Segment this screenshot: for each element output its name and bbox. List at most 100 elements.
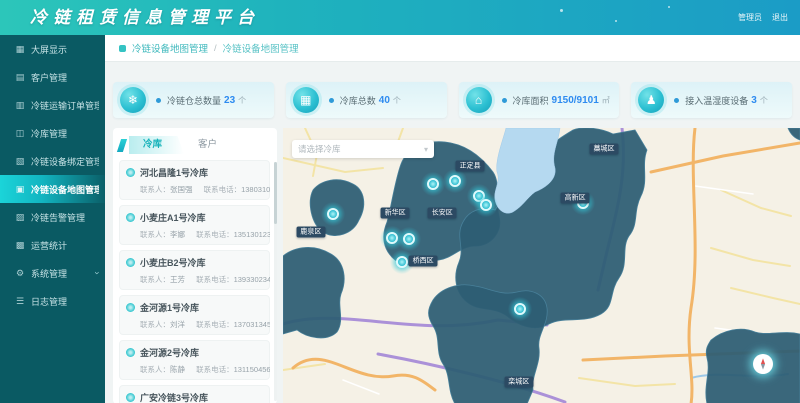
stat-value: 40 [379,95,390,106]
phone-label: 联系电话： [196,320,234,329]
district-badge[interactable]: 桥西区 [409,256,438,267]
warehouse-list-item[interactable]: 小麦庄A1号冷库 联系人：李娜 联系电话：13513012345 [119,205,270,245]
warehouse-list-item[interactable]: 广安冷链3号冷库 联系人：赵磊 联系电话：13633056789 [119,385,270,403]
warehouse-map-marker[interactable] [321,202,345,226]
sidebar-item-label: 冷库管理 [31,127,67,140]
warehouse-list-item[interactable]: 金河源1号冷库 联系人：刘洋 联系电话：13703134567 [119,295,270,335]
stat-dot-icon [156,98,161,103]
sidebar-item[interactable]: ▣ 冷链设备地图管理 › [0,175,105,203]
district-badge[interactable]: 藁城区 [590,143,619,154]
warehouse-marker-icon [126,303,135,312]
warehouse-map-marker[interactable] [397,227,421,251]
warehouse-list-item[interactable]: 金河源2号冷库 联系人：陈静 联系电话：13115045678 [119,340,270,380]
stat-unit: 个 [393,95,401,106]
stat-dot-icon [502,98,507,103]
warehouse-list-item[interactable]: 小麦庄B2号冷库 联系人：王芳 联系电话：13933023456 [119,250,270,290]
sidebar-item-icon: ▤ [15,72,25,83]
phone-number: 13703134567 [234,320,270,329]
scrollbar-thumb[interactable] [274,162,277,224]
sidebar-nav: ▦ 大屏显示 › ▤ 客户管理 › ▥ 冷链运输订单管理 › ◫ 冷库管理 › … [0,35,105,403]
compass-control[interactable] [753,354,773,374]
warehouse-map-marker[interactable] [508,297,532,321]
chevron-down-icon: › [93,272,103,275]
breadcrumb-separator: / [214,43,217,54]
panel-tabs: 冷库客户 [119,136,271,154]
sidebar-item[interactable]: ▧ 冷链设备绑定管理 › [0,147,105,175]
top-header: 冷链租赁信息管理平台 管理员 退出 [0,0,800,35]
sidebar-item[interactable]: ▥ 冷链运输订单管理 › [0,91,105,119]
sidebar-item[interactable]: ▩ 运营统计 › [0,231,105,259]
phone-number: 13803101234 [241,185,270,194]
sidebar-item-label: 冷链设备地图管理 [31,183,99,196]
district-badge[interactable]: 鹿泉区 [296,227,325,238]
phone-label: 联系电话： [196,230,234,239]
district-badge[interactable]: 正定县 [456,161,485,172]
contact-label: 联系人： [140,275,170,284]
stat-card: ▦ 冷库总数 40 个 [286,82,447,118]
sidebar-item-icon: ▦ [15,44,25,55]
panel-tab[interactable]: 冷库 [129,136,184,154]
warehouse-info: 联系人：王芳 联系电话：13933023456 [126,274,263,285]
sidebar-item-label: 大屏显示 [31,43,67,56]
sidebar-item[interactable]: ☰ 日志管理 › [0,287,105,315]
warehouse-marker-icon [126,348,135,357]
warehouse-title: 金河源2号冷库 [140,346,199,359]
district-badge[interactable]: 长安区 [428,208,457,219]
stat-value: 3 [751,95,757,106]
sidebar-item-icon: ▧ [15,156,25,167]
phone-number: 13933023456 [234,275,270,284]
warehouse-title: 小麦庄B2号冷库 [140,256,206,269]
stat-unit: 个 [760,95,768,106]
district-badge[interactable]: 栾城区 [504,376,533,387]
content-row: 冷库客户 河北昌隆1号冷库 联系人：张国强 联系电话：13803101234 [105,128,800,403]
warehouse-marker-icon [126,258,135,267]
sidebar-item-label: 冷链运输订单管理 [31,99,99,112]
sidebar-item-icon: ▥ [15,100,25,111]
stat-dot-icon [674,98,679,103]
warehouse-title: 河北昌隆1号冷库 [140,166,208,179]
sidebar-item-label: 冷链告警管理 [31,211,85,224]
breadcrumb-dot-icon [119,45,126,52]
contact-label: 联系人： [140,230,170,239]
map-canvas[interactable]: 请选择冷库 ▾ 鹿泉区 新华区 长安区桥西区 正定县高新区 藁城区栾城区 [283,128,800,403]
contact-label: 联系人： [140,320,170,329]
warehouse-title: 广安冷链3号冷库 [140,391,208,403]
sidebar-item-label: 运营统计 [31,239,67,252]
stat-value: 23 [224,95,235,106]
map-warehouse-select[interactable]: 请选择冷库 ▾ [292,140,434,158]
warehouse-panel: 冷库客户 河北昌隆1号冷库 联系人：张国强 联系电话：13803101234 [113,128,277,403]
district-badge[interactable]: 高新区 [561,193,590,204]
sidebar-item[interactable]: ▦ 大屏显示 › [0,35,105,63]
user-zone: 管理员 退出 [738,0,788,35]
decor-dot [615,20,617,22]
phone-label: 联系电话： [204,185,242,194]
decor-dot [668,6,670,8]
warehouse-map-marker[interactable] [443,169,467,193]
contact-name: 刘洋 [170,320,185,329]
stat-card: ⌂ 冷库面积 9150/9101 ㎡ [459,82,620,118]
sidebar-item-label: 冷链设备绑定管理 [31,155,99,168]
sidebar-item-label: 系统管理 [31,267,67,280]
warehouse-map-marker[interactable] [474,193,498,217]
map-base-layer [283,128,800,403]
list-scrollbar[interactable] [274,162,277,401]
sidebar-item-icon: ▣ [15,184,25,195]
warehouse-list[interactable]: 河北昌隆1号冷库 联系人：张国强 联系电话：13803101234 小麦庄A1号… [119,160,270,403]
username[interactable]: 管理员 [738,12,762,23]
sidebar-item[interactable]: ▤ 客户管理 › [0,63,105,91]
stat-icon: ⌂ [466,87,492,113]
main-area: 冷链设备地图管理 / 冷链设备地图管理 ❄ 冷链仓总数量 23 个 ▦ 冷库总数… [105,35,800,403]
sidebar-item[interactable]: ◫ 冷库管理 › [0,119,105,147]
sidebar-item[interactable]: ▨ 冷链告警管理 › [0,203,105,231]
warehouse-list-item[interactable]: 河北昌隆1号冷库 联系人：张国强 联系电话：13803101234 [119,160,270,200]
sidebar-item[interactable]: ⚙ 系统管理 › [0,259,105,287]
breadcrumb-parent[interactable]: 冷链设备地图管理 [132,41,208,55]
logout-link[interactable]: 退出 [772,12,788,23]
warehouse-map-marker[interactable] [421,172,445,196]
district-badge[interactable]: 新华区 [381,208,410,219]
panel-tab[interactable]: 客户 [184,136,231,154]
sidebar-item-label: 日志管理 [31,295,67,308]
warehouse-marker-icon [126,213,135,222]
sidebar-item-icon: ⚙ [15,268,25,279]
stat-icon: ▦ [293,87,319,113]
